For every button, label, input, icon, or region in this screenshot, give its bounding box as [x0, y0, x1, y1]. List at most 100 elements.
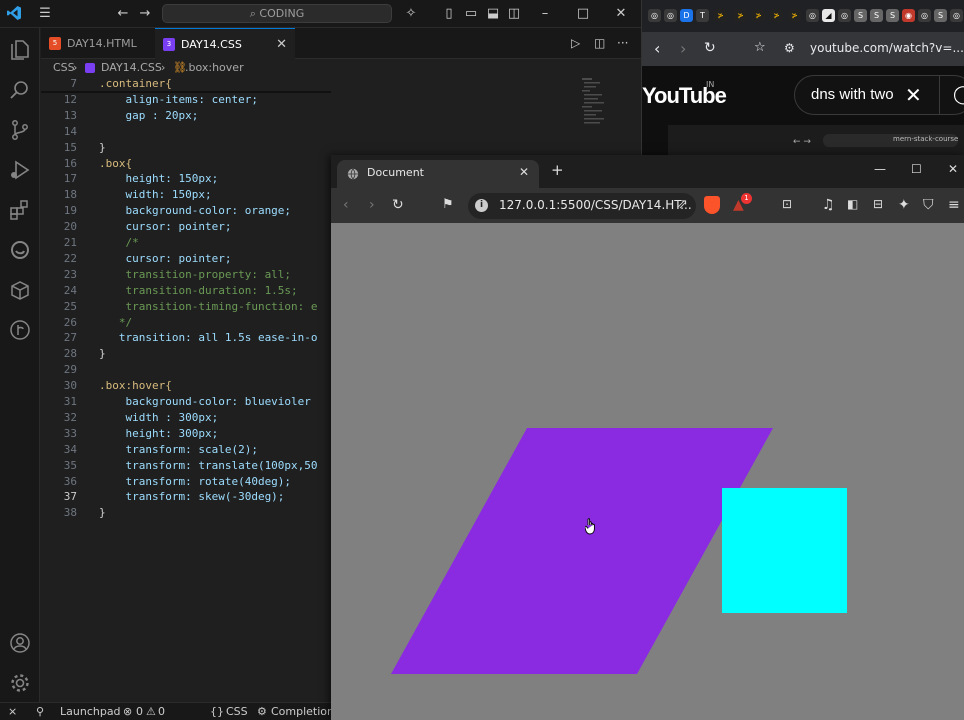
- bookmark-icon[interactable]: ◎: [838, 9, 851, 22]
- bookmark-icon[interactable]: T: [696, 9, 709, 22]
- forward-icon[interactable]: ›: [680, 39, 686, 58]
- minimize-icon[interactable]: —: [874, 162, 886, 176]
- address-url[interactable]: 127.0.0.1:5500/CSS/DAY14.HT...: [499, 198, 692, 212]
- back-icon[interactable]: ‹: [343, 197, 349, 213]
- code-editor[interactable]: 7 .container{12 align-items: center; 13 ga…: [41, 76, 331, 526]
- customize-layout-icon[interactable]: ▭: [462, 5, 480, 23]
- tab-day14-css[interactable]: 3 DAY14.CSS ✕: [155, 28, 295, 59]
- run-file-icon[interactable]: ▷: [571, 36, 580, 50]
- bookmark-icon[interactable]: S: [870, 9, 883, 22]
- address-bar[interactable]: i 127.0.0.1:5500/CSS/DAY14.HT... ⇗: [468, 193, 696, 219]
- line-number: 12: [63, 92, 77, 106]
- youtube-url[interactable]: youtube.com/watch?v=...: [810, 41, 964, 55]
- sidebar-icon[interactable]: ◧: [847, 197, 858, 211]
- breadcrumb-symbol[interactable]: .box:hover: [185, 59, 244, 77]
- bookmark-star-icon[interactable]: ☆: [754, 40, 766, 55]
- search-icon[interactable]: [8, 78, 32, 102]
- back-arrow-icon[interactable]: ←: [114, 5, 132, 23]
- clear-search-icon[interactable]: ✕: [905, 83, 922, 107]
- code-text: transform: skew(-30deg);: [99, 490, 285, 504]
- bookmark-icon[interactable]: S: [886, 9, 899, 22]
- bookmark-icon[interactable]: ◉: [902, 9, 915, 22]
- tab-document[interactable]: Document ✕: [337, 160, 539, 188]
- reload-icon[interactable]: ↻: [392, 197, 404, 213]
- bookmark-icon[interactable]: ◎: [664, 9, 677, 22]
- bookmark-icon[interactable]: ◢: [822, 9, 835, 22]
- bookmark-icon[interactable]: ◎: [918, 9, 931, 22]
- command-center-search[interactable]: ⌕ CODING: [162, 4, 392, 23]
- manage-gear-icon[interactable]: [8, 671, 32, 695]
- line-number: 19: [63, 204, 77, 218]
- edge-devtools-icon[interactable]: [8, 238, 32, 262]
- breadcrumb-file[interactable]: DAY14.CSS: [101, 59, 162, 77]
- breadcrumb-folder[interactable]: CSS: [53, 59, 75, 77]
- more-actions-icon[interactable]: ···: [617, 36, 628, 50]
- forward-arrow-icon[interactable]: →: [136, 5, 154, 23]
- menu-icon[interactable]: ≡: [948, 197, 960, 213]
- split-editor-icon[interactable]: ◫: [594, 36, 605, 50]
- brave-shields-icon[interactable]: [704, 196, 720, 214]
- cyan-box[interactable]: [722, 488, 847, 613]
- youtube-search-box[interactable]: dns with two ✕ ◯: [794, 75, 964, 115]
- bookmark-icon[interactable]: ◎: [648, 9, 661, 22]
- bookmark-icon[interactable]: S: [854, 9, 867, 22]
- remote-indicator-icon[interactable]: ⨯: [8, 703, 17, 720]
- extensions-icon[interactable]: [8, 198, 32, 222]
- site-info-icon[interactable]: i: [475, 199, 488, 212]
- bookmark-icon[interactable]: ≯: [714, 9, 727, 22]
- git-graph-icon[interactable]: [8, 318, 32, 342]
- maximize-icon[interactable]: □: [574, 5, 592, 23]
- source-control-icon[interactable]: [8, 118, 32, 142]
- warnings-count[interactable]: 0: [158, 703, 165, 720]
- search-icon[interactable]: ◯: [953, 84, 964, 105]
- reload-icon[interactable]: ↻: [704, 40, 716, 56]
- activity-bar: [0, 28, 40, 702]
- youtube-search-query[interactable]: dns with two: [811, 86, 894, 103]
- minimap[interactable]: [580, 78, 608, 128]
- warnings-icon: ⚠: [146, 705, 156, 718]
- bookmark-icon[interactable]: ≯: [788, 9, 801, 22]
- toggle-sidebar-icon[interactable]: ▯: [440, 5, 458, 23]
- site-info-icon[interactable]: ⚙: [784, 41, 795, 55]
- close-tab-icon[interactable]: ✕: [519, 165, 529, 179]
- minimize-icon[interactable]: –: [536, 5, 554, 23]
- forward-icon[interactable]: ›: [369, 197, 375, 213]
- toggle-panel-icon[interactable]: ⬓: [484, 5, 502, 23]
- close-window-icon[interactable]: ✕: [612, 5, 630, 23]
- bookmark-icon[interactable]: ⚑: [442, 197, 454, 212]
- copilot-icon[interactable]: ✧: [402, 5, 420, 23]
- bookmark-icon[interactable]: ◎: [950, 9, 963, 22]
- hovered-box[interactable]: [391, 428, 773, 674]
- share-icon[interactable]: ⇗: [677, 197, 688, 212]
- leo-ai-icon[interactable]: ✦: [898, 197, 910, 213]
- bookmark-icon[interactable]: ≯: [734, 9, 747, 22]
- bookmark-icon[interactable]: S: [934, 9, 947, 22]
- vpn-icon[interactable]: ⛉: [923, 197, 934, 213]
- new-tab-icon[interactable]: +: [551, 161, 564, 179]
- bookmark-icon[interactable]: ≯: [752, 9, 765, 22]
- language-mode[interactable]: CSS: [226, 703, 248, 720]
- wallet-icon[interactable]: ⊟: [873, 197, 883, 211]
- tab-day14-html[interactable]: 5 DAY14.HTML: [41, 28, 155, 59]
- remote-explorer-icon[interactable]: [8, 278, 32, 302]
- line-number: 28: [63, 347, 77, 361]
- bookmark-icon[interactable]: ≯: [770, 9, 783, 22]
- launchpad-label[interactable]: Launchpad: [60, 703, 121, 720]
- tab-label: DAY14.HTML: [67, 37, 137, 50]
- completions-status[interactable]: Completions: [271, 703, 340, 720]
- page-viewport[interactable]: [331, 223, 964, 720]
- errors-count[interactable]: 0: [136, 703, 143, 720]
- toggle-secondary-sidebar-icon[interactable]: ◫: [505, 5, 523, 23]
- close-tab-icon[interactable]: ✕: [276, 29, 287, 60]
- back-icon[interactable]: ‹: [654, 39, 660, 58]
- maximize-icon[interactable]: ☐: [911, 162, 922, 176]
- menu-icon[interactable]: ☰: [36, 5, 54, 23]
- run-debug-icon[interactable]: [8, 158, 32, 182]
- explorer-icon[interactable]: [8, 38, 32, 62]
- close-window-icon[interactable]: ✕: [948, 162, 958, 176]
- screenshot-icon[interactable]: ⊡: [782, 197, 792, 211]
- bookmark-icon[interactable]: D: [680, 9, 693, 22]
- accounts-icon[interactable]: [8, 631, 32, 655]
- bookmark-icon[interactable]: ◎: [806, 9, 819, 22]
- music-icon[interactable]: ♫: [822, 197, 835, 213]
